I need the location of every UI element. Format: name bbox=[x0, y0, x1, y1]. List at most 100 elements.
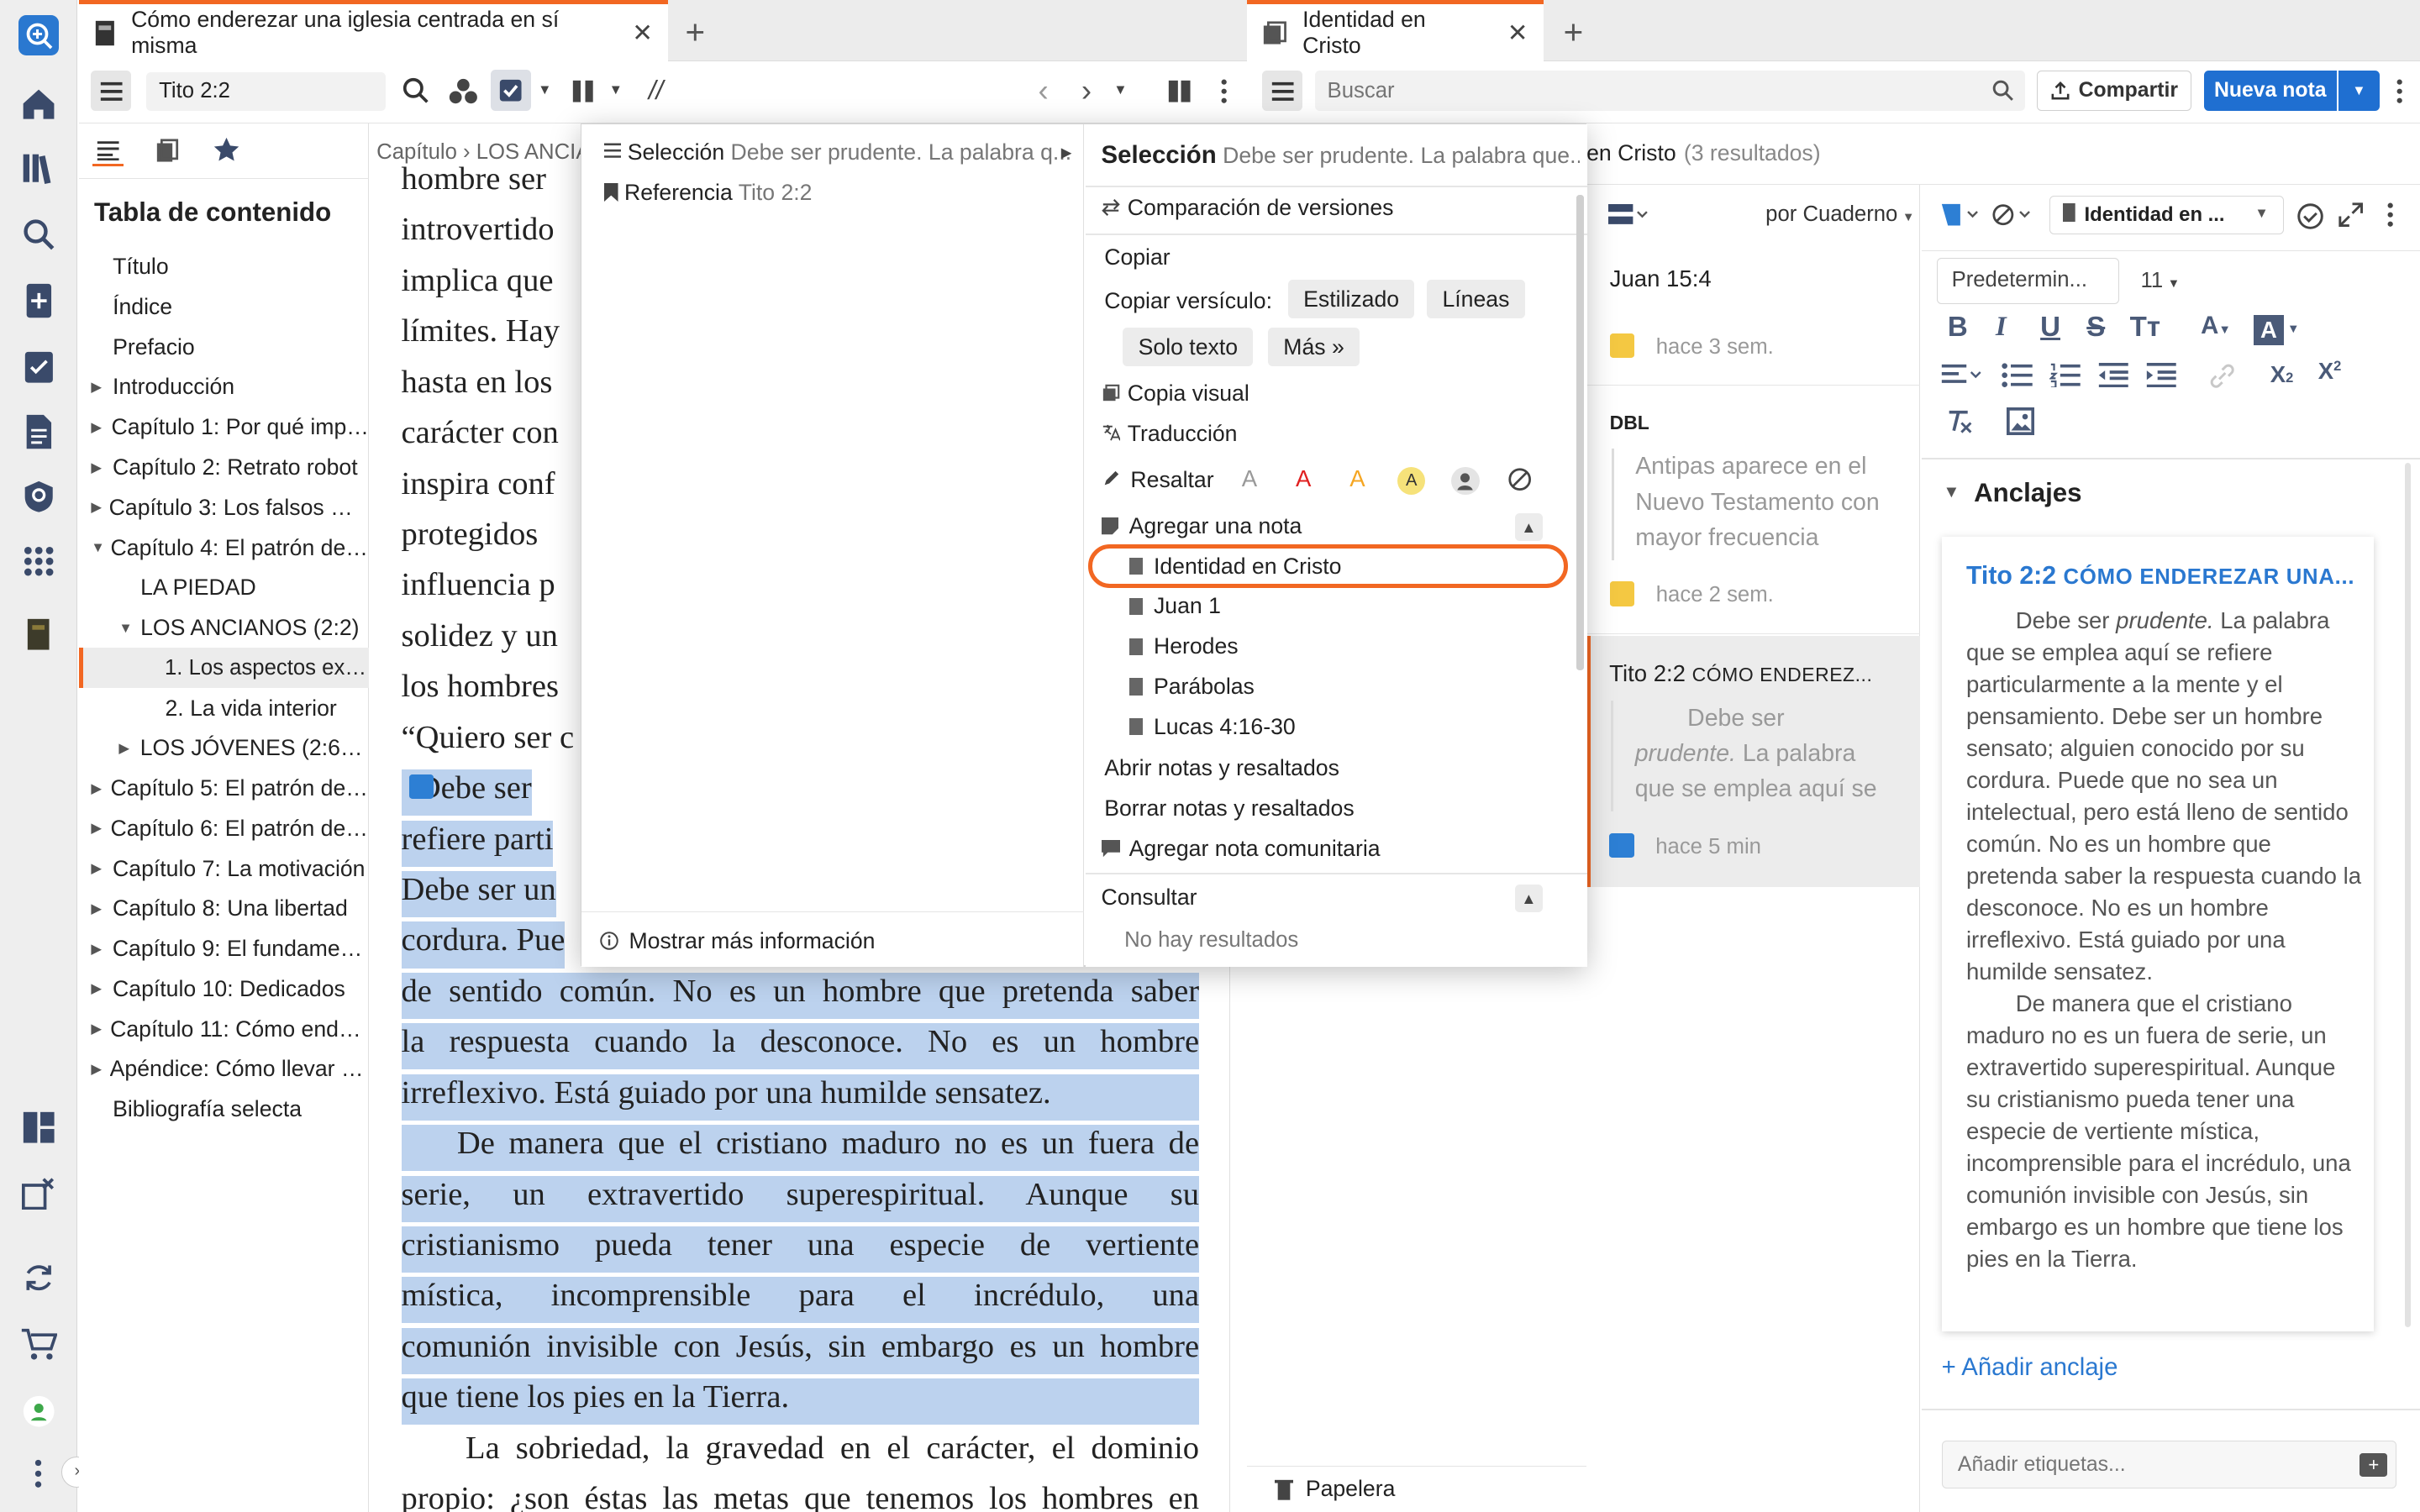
library-icon[interactable] bbox=[18, 148, 59, 188]
toc-item[interactable]: Prefacio bbox=[79, 327, 369, 367]
chevron-right-icon[interactable]: ▶ bbox=[91, 459, 113, 476]
chevron-down-icon[interactable]: ▼ bbox=[91, 539, 110, 556]
clear-format-icon[interactable] bbox=[1946, 409, 1974, 437]
no-style-icon[interactable] bbox=[1992, 202, 2035, 230]
reference-box[interactable]: Tito 2:2 bbox=[146, 72, 387, 112]
parallel-resources-icon[interactable]: // bbox=[638, 72, 675, 109]
account-icon[interactable] bbox=[18, 1392, 59, 1432]
add-document-icon[interactable] bbox=[18, 281, 59, 321]
selection-row[interactable]: Selección Debe ser prudente. La palabra … bbox=[604, 139, 1075, 165]
toc-item[interactable]: ▶ Capítulo 8: Una libertad bbox=[79, 889, 369, 929]
underline-icon[interactable]: U bbox=[2040, 312, 2060, 344]
highlight-style-orange-icon[interactable]: A bbox=[1349, 465, 1365, 492]
logos-search-icon[interactable] bbox=[18, 15, 59, 56]
share-button[interactable]: Compartir bbox=[2037, 71, 2192, 112]
chevron-right-icon[interactable]: ▶ bbox=[91, 379, 113, 396]
copy-lines-button[interactable]: Líneas bbox=[1427, 280, 1525, 319]
split-view-icon[interactable] bbox=[1164, 74, 1195, 108]
sort-dropdown[interactable]: por Cuaderno ▼ bbox=[1765, 202, 1914, 227]
bold-icon[interactable]: B bbox=[1948, 312, 1968, 344]
translation-item[interactable]: Traducción bbox=[1102, 421, 1237, 447]
close-tab-icon[interactable]: ✕ bbox=[632, 18, 653, 48]
search-icon[interactable] bbox=[400, 74, 434, 108]
toc-item[interactable]: ▶ Capítulo 2: Retrato robot bbox=[79, 448, 369, 488]
highlight-item[interactable]: Resaltar bbox=[1102, 467, 1214, 493]
more-vertical-icon[interactable] bbox=[1213, 74, 1235, 108]
more-vertical-icon[interactable] bbox=[2387, 202, 2396, 230]
new-note-button[interactable]: Nueva nota bbox=[2203, 71, 2337, 112]
highlight-style-yellow-icon[interactable]: A bbox=[1397, 466, 1426, 495]
notebook-option[interactable]: Herodes bbox=[1128, 633, 1239, 659]
superscript-icon[interactable]: X2 bbox=[2318, 358, 2342, 385]
chevron-right-icon[interactable]: ▶ bbox=[91, 941, 112, 958]
notebook-option[interactable]: Lucas 4:16-30 bbox=[1128, 714, 1296, 740]
new-tab-button[interactable]: + bbox=[685, 13, 705, 52]
more-vertical-icon[interactable] bbox=[18, 1453, 59, 1494]
selection-check-icon[interactable] bbox=[491, 69, 531, 112]
toc-item[interactable]: ▶ Capítulo 9: El fundamento bbox=[79, 929, 369, 969]
highlight-style-red-icon[interactable]: A bbox=[1296, 465, 1311, 492]
numbered-list-icon[interactable] bbox=[2049, 363, 2081, 391]
history-chevron-icon[interactable]: ▼ bbox=[1111, 81, 1129, 99]
clear-highlight-icon[interactable] bbox=[1507, 467, 1535, 495]
toc-item[interactable]: ▶Capítulo 3: Los falsos maestros bbox=[79, 487, 369, 528]
bullet-list-icon[interactable] bbox=[2002, 362, 2033, 391]
note-item[interactable]: Juan 15:4 hace 3 sem. bbox=[1586, 250, 1920, 386]
add-note-item[interactable]: Agregar una nota bbox=[1101, 513, 1302, 539]
chevron-right-icon[interactable]: ▶ bbox=[91, 900, 113, 917]
outdent-icon[interactable] bbox=[2097, 362, 2128, 391]
chevron-right-icon[interactable]: ▶ bbox=[91, 820, 110, 837]
toc-item[interactable]: LA PIEDAD bbox=[79, 568, 369, 608]
chevron-down-icon[interactable]: ▼ bbox=[2287, 323, 2300, 336]
toc-item[interactable]: 2. La vida interior bbox=[79, 688, 369, 728]
note-item-selected[interactable]: Tito 2:2 CÓMO ENDEREZ... Debe ser pruden… bbox=[1586, 635, 1920, 888]
toc-item[interactable]: ▶ Capítulo 7: La motivación bbox=[79, 848, 369, 889]
copy-item[interactable]: Copiar bbox=[1104, 244, 1170, 270]
reference-row[interactable]: Referencia Tito 2:2 bbox=[604, 180, 813, 206]
toc-item[interactable]: 1. Los aspectos externos bbox=[78, 648, 369, 689]
home-icon[interactable] bbox=[18, 83, 59, 123]
document-icon[interactable] bbox=[18, 412, 59, 452]
toc-item[interactable]: Bibliografía selecta bbox=[79, 1089, 369, 1130]
visual-filter-icon[interactable] bbox=[446, 74, 480, 108]
tab-notebook[interactable]: Identidad en Cristo ✕ bbox=[1247, 0, 1544, 62]
more-vertical-icon[interactable] bbox=[2389, 74, 2411, 108]
favorites-star-icon[interactable] bbox=[212, 134, 243, 165]
search-icon[interactable] bbox=[18, 214, 59, 255]
tags-input[interactable] bbox=[1941, 1441, 2397, 1489]
compare-versions-item[interactable]: Comparación de versiones bbox=[1101, 195, 1393, 221]
toc-item[interactable]: ▶ Capítulo 5: El patrón de Dios bbox=[79, 769, 369, 809]
layouts-icon[interactable] bbox=[18, 1108, 59, 1148]
chevron-right-icon[interactable]: ▶ bbox=[1061, 144, 1072, 161]
style-dropdown[interactable]: Predetermin... bbox=[1937, 257, 2119, 304]
font-size-dropdown[interactable]: 11 ▼ bbox=[2125, 258, 2202, 304]
collapse-anchors-icon[interactable]: ▼ bbox=[1943, 483, 1960, 502]
link-icon[interactable] bbox=[2210, 364, 2238, 391]
subscript-icon[interactable]: X2 bbox=[2270, 361, 2294, 388]
checklist-icon[interactable] bbox=[18, 347, 59, 387]
note-item[interactable]: DBL Antipas aparece en el Nuevo Testamen… bbox=[1586, 387, 1920, 634]
close-tab-icon[interactable]: ✕ bbox=[1507, 18, 1528, 48]
copy-text-only-button[interactable]: Solo texto bbox=[1123, 328, 1254, 367]
highlight-color-icon[interactable]: A bbox=[2253, 314, 2285, 346]
new-note-dropdown-icon[interactable]: ▼ bbox=[2338, 71, 2381, 112]
chevron-right-icon[interactable]: ▶ bbox=[118, 740, 139, 757]
toc-item[interactable]: ▼ Capítulo 4: El patrón de Dios bbox=[79, 528, 369, 568]
check-circle-icon[interactable] bbox=[2296, 202, 2328, 234]
visual-copy-item[interactable]: Copia visual bbox=[1102, 381, 1249, 407]
indent-icon[interactable] bbox=[2145, 362, 2176, 391]
search-icon[interactable] bbox=[1991, 79, 2015, 103]
note-marker-icon[interactable] bbox=[408, 774, 434, 800]
more-info-row[interactable]: Mostrar más información bbox=[599, 928, 875, 954]
chevron-right-icon[interactable]: ▶ bbox=[91, 780, 110, 797]
chevron-right-icon[interactable]: ▶ bbox=[91, 1021, 110, 1037]
notes-search-input[interactable] bbox=[1314, 71, 2025, 112]
list-view-icon[interactable] bbox=[1607, 203, 1670, 228]
chevron-down-icon[interactable]: ▼ bbox=[118, 620, 140, 637]
trash-button[interactable]: Papelera bbox=[1247, 1465, 1587, 1512]
chevron-down-icon[interactable]: ▼ bbox=[607, 81, 625, 99]
columns-icon[interactable] bbox=[568, 74, 599, 108]
highlight-style-plain-icon[interactable]: A bbox=[1242, 465, 1257, 492]
delete-notes-item[interactable]: Borrar notas y resaltados bbox=[1104, 795, 1354, 822]
close-panels-icon[interactable] bbox=[18, 1173, 59, 1213]
